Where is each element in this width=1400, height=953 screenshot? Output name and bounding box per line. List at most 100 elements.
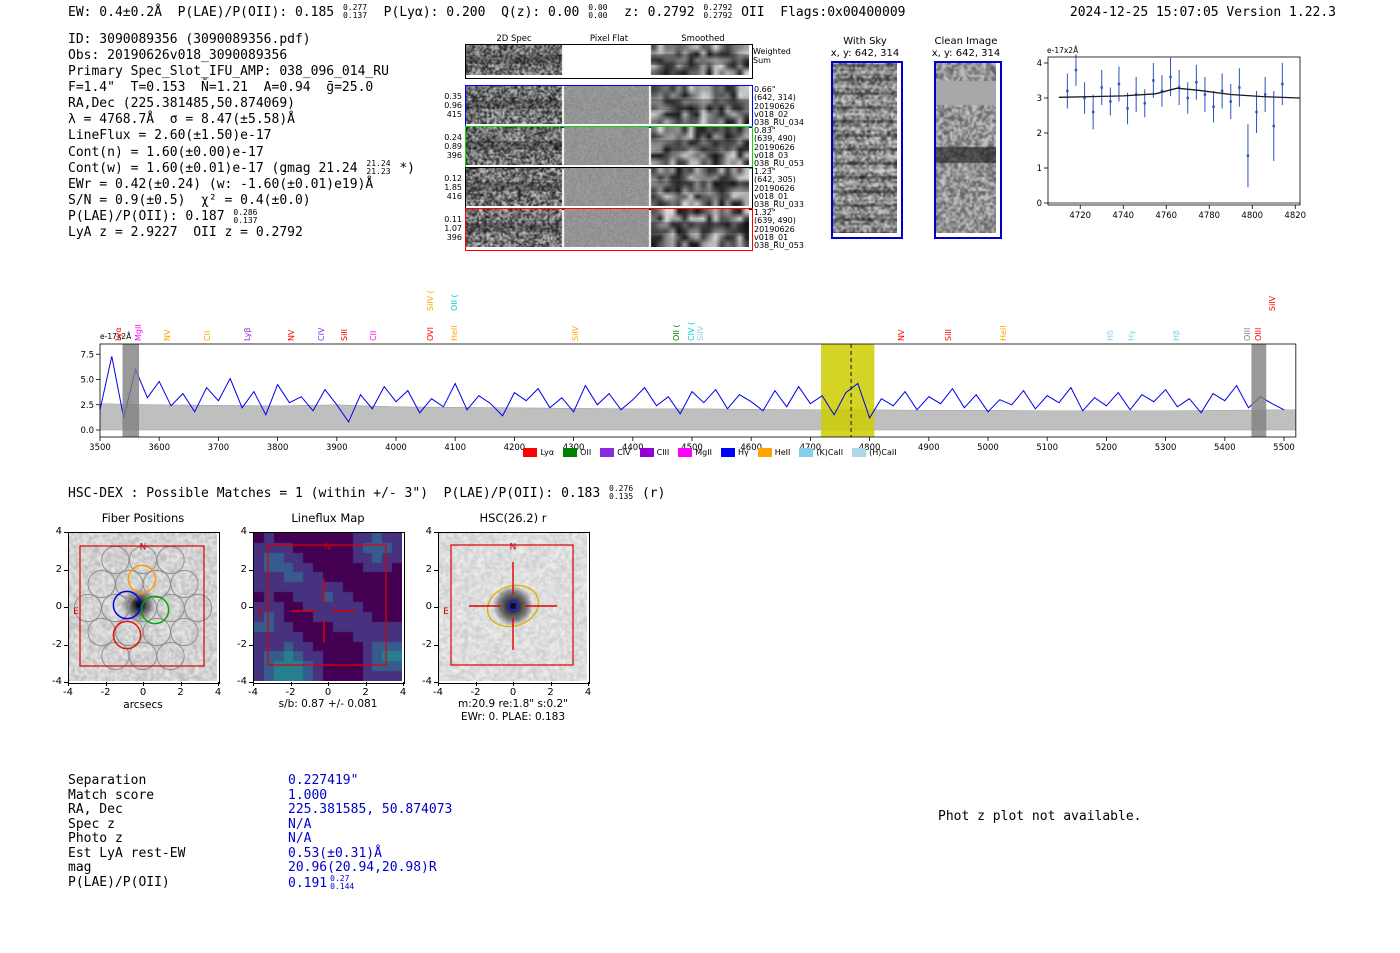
info-text: *) xyxy=(392,161,415,176)
x-tick-label: -2 xyxy=(96,687,116,698)
match-value-text: 0.191 xyxy=(288,876,327,891)
x-tick-mark xyxy=(143,682,144,686)
compass-east-label: E xyxy=(258,607,264,617)
x-tick-mark xyxy=(513,682,514,686)
header-text: EW: 0.4±0.2Å P(LAE)/P(OII): 0.185 xyxy=(68,5,342,20)
emission-line-label: CII xyxy=(369,331,378,341)
y-tick-mark xyxy=(249,645,253,646)
x-tick-label: 3800 xyxy=(267,443,289,453)
errorbar-point xyxy=(1144,89,1146,117)
x-tick-label: -2 xyxy=(281,687,301,698)
errorbar-point xyxy=(1161,75,1163,107)
errorbar-point xyxy=(1187,82,1189,114)
y-tick-label: 3 xyxy=(1037,94,1042,104)
emission-line-label: Lyα xyxy=(114,327,123,341)
hsc-text: HSC-DEX : Possible Matches = 1 (within +… xyxy=(68,486,608,501)
info-line: EWr = 0.42(±0.24) (w: -1.60(±0.01)e19)Å xyxy=(68,176,415,192)
x-tick-label: 4800 xyxy=(1241,211,1263,221)
x-tick-label: 5300 xyxy=(1155,443,1177,453)
with-sky-canvas xyxy=(833,63,897,233)
errorbar-marker xyxy=(1169,76,1171,78)
emission-line-label: OIII xyxy=(1243,328,1252,341)
x-tick-label: 3900 xyxy=(326,443,348,453)
legend-item: (K)CaII xyxy=(799,448,843,457)
emission-line-label: Hδ xyxy=(1106,330,1115,341)
spec2d-row-stats: 0.121.85416 xyxy=(424,174,462,201)
legend-label: OII xyxy=(580,448,591,457)
fraction-lower: 21.23 xyxy=(366,168,390,176)
legend-item: Lyα xyxy=(523,448,554,457)
y-tick-mark xyxy=(434,607,438,608)
y-tick-label: 4 xyxy=(410,526,432,537)
info-line: P(LAE)/P(OII): 0.187 0.2860.137 xyxy=(68,209,415,225)
errorbar-marker xyxy=(1118,83,1120,85)
y-tick-label: 0 xyxy=(1037,199,1042,209)
info-text: ID: 3090089356 (3090089356.pdf) xyxy=(68,32,311,47)
x-tick-label: 5100 xyxy=(1036,443,1058,453)
errorbar-point xyxy=(1075,54,1077,86)
errorbar-marker xyxy=(1092,111,1094,113)
info-text: LyA z = 2.9227 OII z = 0.2792 xyxy=(68,225,303,240)
info-text: λ = 4768.7Å σ = 8.47(±5.58)Å xyxy=(68,112,295,127)
legend-item: (H)CaII xyxy=(852,448,896,457)
hsc-r-image-panel: NE xyxy=(438,532,590,684)
match-row-value: 225.381585, 50.874073 xyxy=(288,802,452,817)
emission-line-label: CIV xyxy=(317,328,326,341)
emission-line-label: HeII xyxy=(999,325,1008,341)
match-row-value: 0.227419" xyxy=(288,773,358,788)
with-sky-panel xyxy=(831,61,903,239)
legend-swatch xyxy=(678,448,692,457)
errorbar-point xyxy=(1195,65,1197,100)
header-fraction: 0.27920.2792 xyxy=(703,4,732,20)
info-line: S/N = 0.9(±0.5) χ² = 0.4(±0.0) xyxy=(68,192,415,208)
x-tick-label: 4820 xyxy=(1284,211,1306,221)
hsc-r-image-overlay: NE xyxy=(439,533,587,681)
emission-line-label: OVI xyxy=(426,327,435,341)
errorbar-marker xyxy=(1152,79,1154,81)
x-tick-label: 5200 xyxy=(1096,443,1118,453)
info-fraction: 21.2421.23 xyxy=(366,160,390,176)
match-table: Separation0.227419"Match score1.000RA, D… xyxy=(68,773,568,903)
y-tick-label: 2 xyxy=(225,564,247,575)
errorbar-point xyxy=(1126,93,1128,125)
spec2d-stat-value: 396 xyxy=(424,233,462,242)
legend-swatch xyxy=(799,448,813,457)
highlighted-fiber-circle xyxy=(113,621,140,648)
header-text: P(Lyα): 0.200 Q(z): 0.00 xyxy=(368,5,587,20)
emission-line-label: SiII xyxy=(944,329,953,341)
spec2d-stat-value: 0.35 xyxy=(424,92,462,101)
zoomed-spectrum-plot: 01234472047404760478048004820e-17x2Å xyxy=(1030,45,1330,240)
report-summary-header: EW: 0.4±0.2Å P(LAE)/P(OII): 0.185 0.2770… xyxy=(68,4,905,20)
x-tick-label: 5400 xyxy=(1214,443,1236,453)
legend-item: Hγ xyxy=(721,448,749,457)
spec2d-meta-line: 038_RU_053 xyxy=(754,242,804,250)
spec2d-stat-value: 0.12 xyxy=(424,174,462,183)
y-tick-mark xyxy=(249,532,253,533)
info-line: λ = 4768.7Å σ = 8.47(±5.58)Å xyxy=(68,112,415,128)
match-row-label: Est LyA rest-EW xyxy=(68,846,185,861)
center-marker xyxy=(509,602,517,610)
lineflux-map-overlay: NE xyxy=(254,533,402,681)
legend-swatch xyxy=(563,448,577,457)
fiber-circle xyxy=(88,618,115,645)
emission-line-label: SiIV ( xyxy=(426,290,435,311)
emission-line-label: OIII xyxy=(1254,328,1263,341)
match-value-fraction: 0.270.144 xyxy=(330,875,354,891)
x-tick-label: 0 xyxy=(318,687,338,698)
legend-swatch xyxy=(721,448,735,457)
spec2d-row-canvas xyxy=(466,127,749,165)
flux-units-label: e-17x2Å xyxy=(1047,46,1079,55)
x-tick-label: 5500 xyxy=(1273,443,1295,453)
spec2d-weighted-row xyxy=(465,44,753,79)
y-tick-mark xyxy=(64,532,68,533)
fraction-lower: 0.2792 xyxy=(703,12,732,20)
info-text: EWr = 0.42(±0.24) (w: -1.60(±0.01)e19)Å xyxy=(68,177,373,192)
errorbar-marker xyxy=(1101,86,1103,88)
fraction-lower: 0.144 xyxy=(330,883,354,891)
fiber-positions-overlay: NE xyxy=(69,533,217,681)
x-tick-label: 3600 xyxy=(148,443,170,453)
emission-line-label: OII ( xyxy=(672,324,681,341)
match-row-label: Separation xyxy=(68,773,146,788)
x-tick-label: 4 xyxy=(208,687,228,698)
spec2d-column-header: Smoothed xyxy=(655,34,751,44)
